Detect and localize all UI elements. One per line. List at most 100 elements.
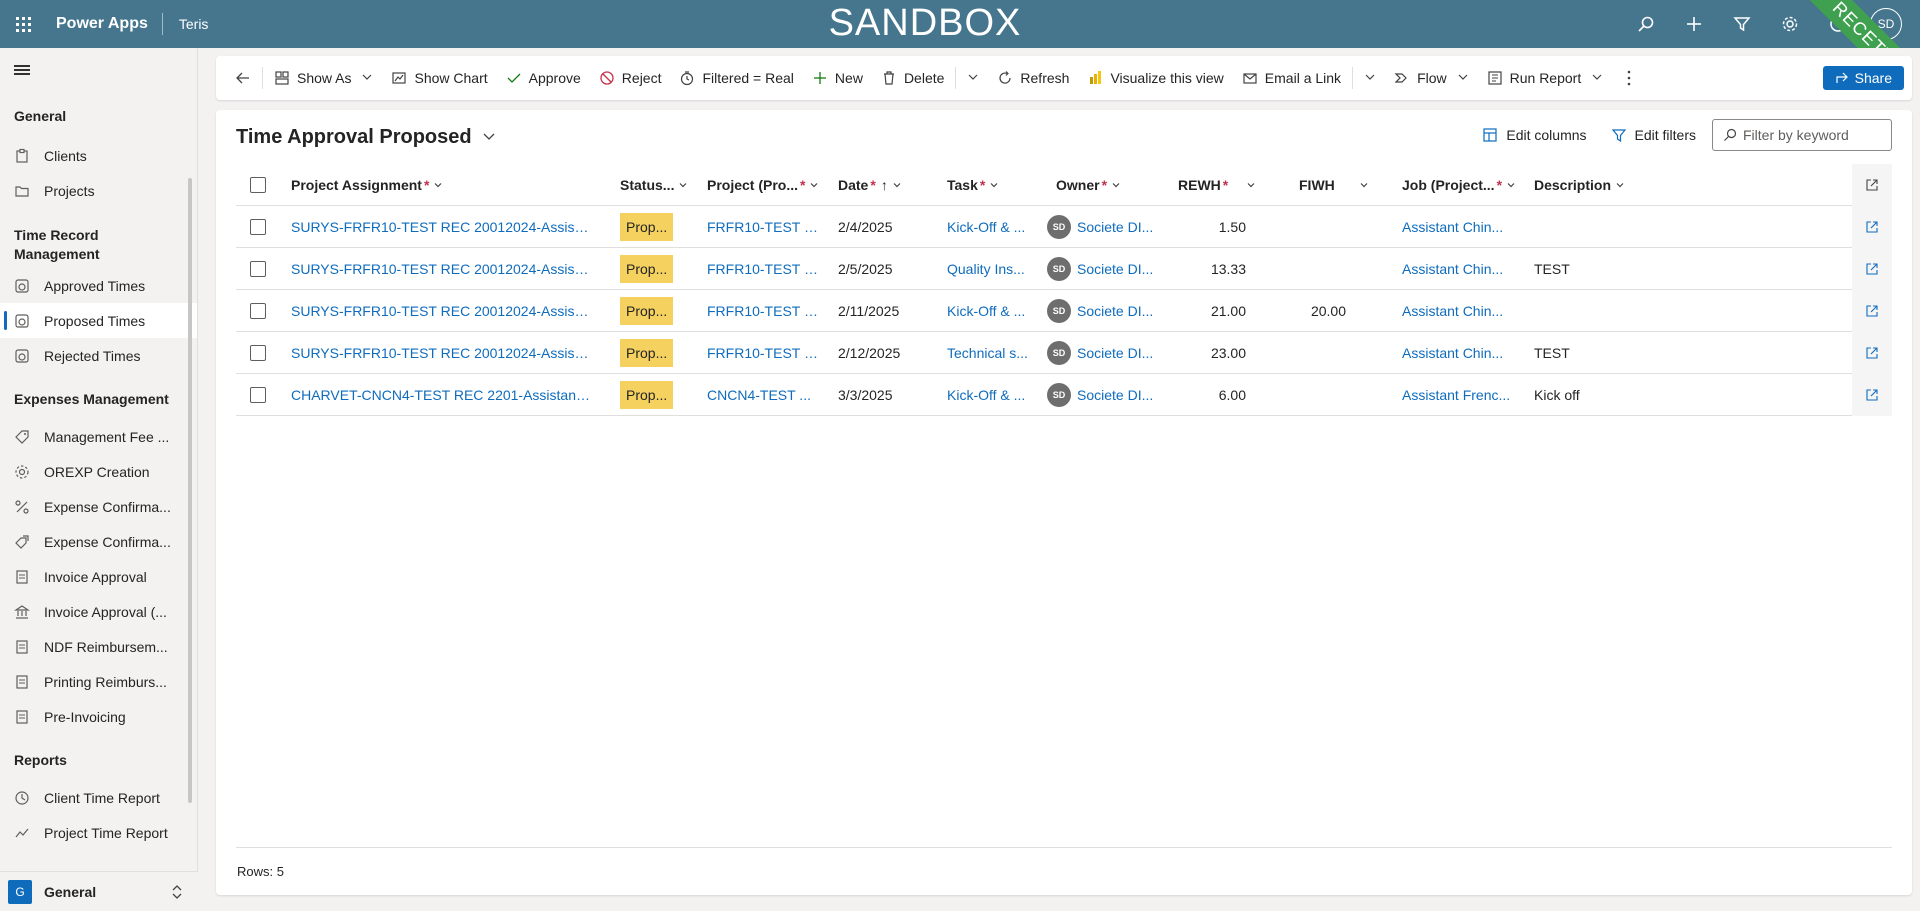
new-record-button[interactable]: New [803,62,872,94]
sidebar-item-approved-times[interactable]: Approved Times [0,268,197,303]
date-value: 2/12/2025 [838,345,901,361]
table-row[interactable]: SURYS-FRFR10-TEST REC 20012024-Assistant… [236,248,1892,290]
reject-button[interactable]: Reject [590,62,671,94]
approve-button[interactable]: Approve [497,62,590,94]
row-checkbox[interactable] [250,219,266,235]
sidebar-item-expense-confirmation-1[interactable]: Expense Confirma... [0,489,197,524]
sidebar-item-orexp-creation[interactable]: OREXP Creation [0,454,197,489]
project-assignment-link[interactable]: SURYS-FRFR10-TEST REC 20012024-Assistant… [291,219,591,235]
owner-link[interactable]: Societe DI... [1077,303,1153,319]
new-button[interactable] [1670,0,1718,48]
email-link-button[interactable]: Email a Link [1233,62,1350,94]
flow-button[interactable]: Flow [1385,62,1478,94]
job-link[interactable]: Assistant Chin... [1402,261,1503,277]
project-link[interactable]: FRFR10-TEST R... [707,261,822,277]
edit-columns-button[interactable]: Edit columns [1470,119,1598,151]
visualize-view-button[interactable]: Visualize this view [1078,62,1232,94]
run-report-button[interactable]: Run Report [1478,62,1613,94]
show-chart-button[interactable]: Show Chart [382,62,496,94]
refresh-button[interactable]: Refresh [988,62,1078,94]
task-link[interactable]: Quality Ins... [947,261,1025,277]
sidebar-item-client-time-report[interactable]: Client Time Report [0,780,197,815]
sidebar-item-rejected-times[interactable]: Rejected Times [0,338,197,373]
search-button[interactable] [1622,0,1670,48]
open-record-button[interactable] [1852,206,1892,248]
area-name: General [44,883,97,900]
share-button[interactable]: Share [1822,66,1904,90]
area-switcher[interactable]: G General [0,871,198,911]
owner-link[interactable]: Societe DI... [1077,387,1153,403]
job-link[interactable]: Assistant Chin... [1402,219,1503,235]
row-checkbox[interactable] [250,261,266,277]
nav-collapse-button[interactable] [0,48,197,92]
column-header-description[interactable]: Description [1534,164,1644,206]
sidebar-item-printing-reimbursement[interactable]: Printing Reimburs... [0,664,197,699]
open-record-button[interactable] [1852,332,1892,374]
task-link[interactable]: Kick-Off & ... [947,219,1025,235]
owner-link[interactable]: Societe DI... [1077,219,1153,235]
more-delete-options-button[interactable] [958,62,988,94]
job-link[interactable]: Assistant Chin... [1402,303,1503,319]
project-assignment-link[interactable]: SURYS-FRFR10-TEST REC 20012024-Assistant… [291,261,591,277]
row-checkbox[interactable] [250,387,266,403]
column-header-task[interactable]: Task * [947,164,1037,206]
show-as-button[interactable]: Show As [265,62,382,94]
sidebar-item-invoice-approval[interactable]: Invoice Approval [0,559,197,594]
sidebar-item-project-time-report[interactable]: Project Time Report [0,815,197,850]
open-in-new-window-header[interactable] [1852,164,1892,206]
column-header-project[interactable]: Project (Pro... * [707,164,827,206]
sidebar-scrollbar[interactable] [188,178,192,803]
row-checkbox[interactable] [250,303,266,319]
sidebar-item-management-fee[interactable]: Management Fee ... [0,419,197,454]
project-assignment-link[interactable]: CHARVET-CNCN4-TEST REC 2201-Assistant Fr… [291,387,591,403]
table-row[interactable]: SURYS-FRFR10-TEST REC 20012024-Assistant… [236,332,1892,374]
sidebar-item-clients[interactable]: Clients [0,138,197,173]
task-link[interactable]: Kick-Off & ... [947,387,1025,403]
sidebar-item-proposed-times[interactable]: Proposed Times [0,303,197,338]
more-email-options-button[interactable] [1355,62,1385,94]
table-row[interactable]: SURYS-FRFR10-TEST REC 20012024-Assistant… [236,206,1892,248]
job-link[interactable]: Assistant Frenc... [1402,387,1510,403]
timer-icon [14,313,30,329]
owner-link[interactable]: Societe DI... [1077,345,1153,361]
task-link[interactable]: Kick-Off & ... [947,303,1025,319]
open-record-button[interactable] [1852,374,1892,416]
sidebar-item-pre-invoicing[interactable]: Pre-Invoicing [0,699,197,734]
sidebar-item-projects[interactable]: Projects [0,173,197,208]
more-commands-button[interactable] [1618,62,1640,94]
column-header-project-assignment[interactable]: Project Assignment * [291,164,591,206]
column-header-fiwh[interactable]: FIWH [1299,164,1399,206]
sidebar-item-expense-confirmation-2[interactable]: Expense Confirma... [0,524,197,559]
column-header-job[interactable]: Job (Project... * [1402,164,1522,206]
project-assignment-link[interactable]: SURYS-FRFR10-TEST REC 20012024-Assistant… [291,345,591,361]
owner-link[interactable]: Societe DI... [1077,261,1153,277]
task-link[interactable]: Technical s... [947,345,1028,361]
job-link[interactable]: Assistant Chin... [1402,345,1503,361]
project-assignment-link[interactable]: SURYS-FRFR10-TEST REC 20012024-Assistant… [291,303,591,319]
project-link[interactable]: FRFR10-TEST R... [707,219,822,235]
filtered-real-button[interactable]: Filtered = Real [670,62,802,94]
project-link[interactable]: FRFR10-TEST R... [707,345,822,361]
open-record-button[interactable] [1852,290,1892,332]
filter-keyword-input[interactable] [1743,127,1883,143]
back-button[interactable] [226,62,260,94]
filter-button[interactable] [1718,0,1766,48]
project-link[interactable]: CNCN4-TEST ... [707,387,811,403]
cell-rewh: 6.00 [1166,374,1246,416]
sidebar-item-invoice-approval-2[interactable]: Invoice Approval (... [0,594,197,629]
settings-button[interactable] [1766,0,1814,48]
view-selector[interactable]: Time Approval Proposed [236,126,496,149]
project-link[interactable]: FRFR10-TEST R... [707,303,822,319]
column-header-status[interactable]: Status... [620,164,700,206]
column-header-owner[interactable]: Owner * [1056,164,1146,206]
open-record-button[interactable] [1852,248,1892,290]
table-row[interactable]: CHARVET-CNCN4-TEST REC 2201-Assistant Fr… [236,374,1892,416]
column-header-date[interactable]: Date * ↑ [838,164,938,206]
delete-button[interactable]: Delete [872,62,953,94]
column-header-rewh[interactable]: REWH * [1178,164,1278,206]
select-all-checkbox[interactable] [250,177,266,193]
row-checkbox[interactable] [250,345,266,361]
edit-filters-button[interactable]: Edit filters [1599,119,1708,151]
sidebar-item-ndf-reimbursement[interactable]: NDF Reimbursem... [0,629,197,664]
table-row[interactable]: SURYS-FRFR10-TEST REC 20012024-Assistant… [236,290,1892,332]
